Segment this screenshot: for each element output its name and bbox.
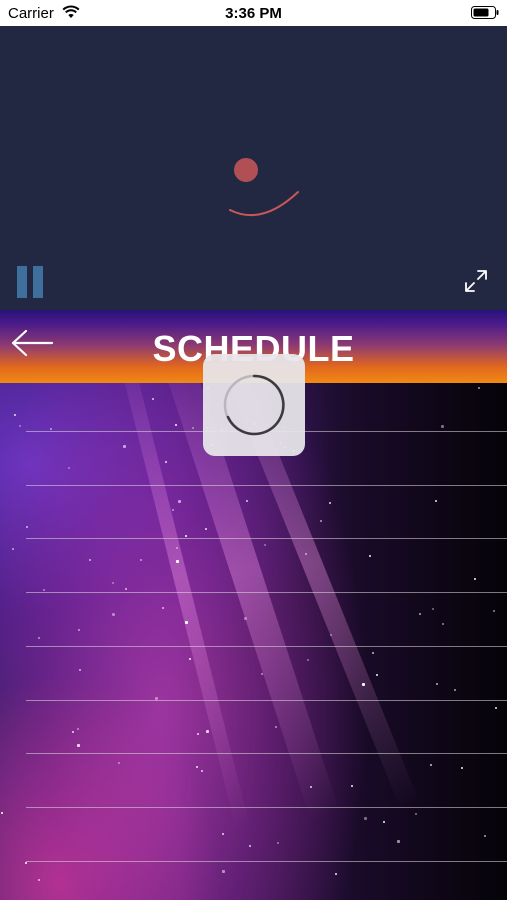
fullscreen-icon[interactable] (463, 268, 489, 294)
schedule-row-divider (26, 861, 507, 862)
loading-overlay (203, 354, 305, 456)
pause-icon (17, 266, 27, 298)
pause-button[interactable] (17, 266, 45, 298)
status-bar: Carrier 3:36 PM (0, 0, 507, 26)
activity-spinner-icon (223, 374, 285, 436)
spinner-icon (229, 158, 299, 217)
schedule-row-divider (26, 753, 507, 754)
battery-icon (471, 6, 499, 19)
video-player[interactable] (0, 26, 507, 310)
schedule-row-divider (26, 592, 507, 593)
schedule-row-divider (26, 538, 507, 539)
schedule-row-divider (26, 700, 507, 701)
status-time: 3:36 PM (225, 5, 282, 22)
schedule-row-divider (26, 646, 507, 647)
schedule-row-divider (26, 807, 507, 808)
schedule-list[interactable] (0, 383, 507, 900)
schedule-row-divider (26, 485, 507, 486)
